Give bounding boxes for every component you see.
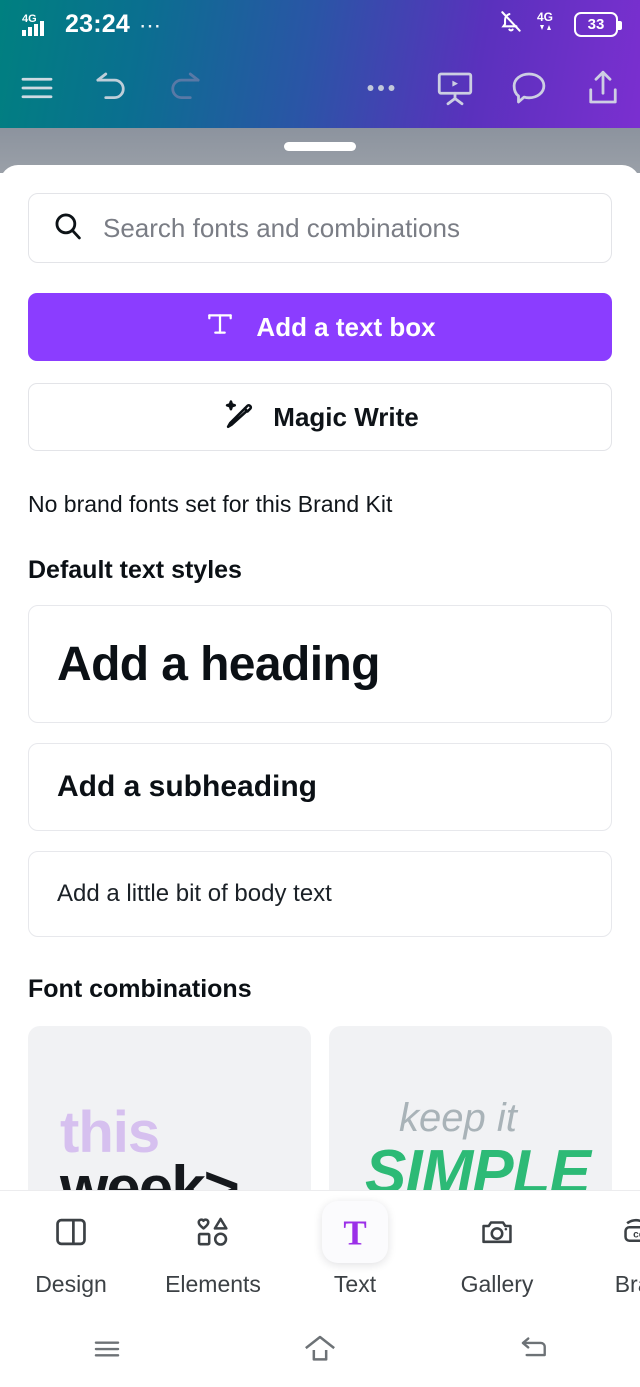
- battery-indicator: 33: [574, 11, 622, 37]
- back-icon[interactable]: [478, 1319, 588, 1379]
- style-option-subheading[interactable]: Add a subheading: [28, 743, 612, 831]
- tab-brand[interactable]: co Bran: [568, 1201, 640, 1298]
- recents-icon[interactable]: [52, 1319, 162, 1379]
- editor-toolbar: [0, 48, 640, 128]
- style-subheading-label: Add a subheading: [57, 770, 318, 803]
- tab-design-label: Design: [35, 1271, 107, 1297]
- status-bar-time: 23:24: [65, 10, 130, 38]
- app-screen: 4G 23:24 ⋯ 4G 33 Search fonts and combin…: [0, 0, 640, 1387]
- combo-line-2: week>: [60, 1154, 240, 1191]
- home-icon[interactable]: [265, 1319, 375, 1379]
- style-body-label: Add a little bit of body text: [57, 880, 332, 907]
- magic-pencil-icon: [221, 397, 255, 438]
- search-input[interactable]: Search fonts and combinations: [28, 193, 612, 263]
- text-panel: Search fonts and combinations Add a text…: [0, 165, 640, 1190]
- more-options-icon[interactable]: [344, 48, 418, 128]
- shapes-icon: [180, 1201, 246, 1263]
- svg-text:4G: 4G: [22, 13, 37, 25]
- present-icon[interactable]: [418, 48, 492, 128]
- system-navigation-bar: [0, 1310, 640, 1387]
- brand-kit-icon: co: [606, 1201, 640, 1263]
- font-combination-list: this week> keep it SIMPLE: [28, 1026, 612, 1190]
- design-layout-icon: [38, 1201, 104, 1263]
- svg-text:4G: 4G: [537, 10, 553, 24]
- text-icon: T: [322, 1201, 388, 1263]
- add-text-box-label: Add a text box: [256, 311, 436, 342]
- magic-write-label: Magic Write: [273, 401, 419, 432]
- combo-line-1: keep it: [399, 1096, 517, 1140]
- menu-icon[interactable]: [0, 48, 74, 128]
- font-combinations-title: Font combinations: [28, 975, 252, 1003]
- app-header: 4G 23:24 ⋯ 4G 33: [0, 0, 640, 128]
- default-text-styles-title: Default text styles: [28, 556, 242, 584]
- tab-design[interactable]: Design: [0, 1201, 142, 1298]
- tab-elements-label: Elements: [165, 1271, 261, 1297]
- style-option-body[interactable]: Add a little bit of body text: [28, 851, 612, 937]
- status-bar-right: 4G 33: [498, 9, 622, 40]
- tab-elements[interactable]: Elements: [142, 1201, 284, 1298]
- tab-text[interactable]: T Text: [284, 1201, 426, 1298]
- style-option-heading[interactable]: Add a heading: [28, 605, 612, 723]
- share-icon[interactable]: [566, 48, 640, 128]
- status-bar-overflow-icon: ⋯: [138, 13, 162, 38]
- search-icon: [51, 209, 85, 248]
- combo-line-2: SIMPLE: [365, 1138, 591, 1191]
- brand-kit-note: No brand fonts set for this Brand Kit: [28, 491, 393, 517]
- tab-brand-label: Bran: [614, 1271, 640, 1297]
- font-combination-card[interactable]: keep it SIMPLE: [329, 1026, 612, 1190]
- sheet-drag-handle[interactable]: [284, 142, 356, 151]
- bell-off-icon: [498, 9, 524, 40]
- redo-icon[interactable]: [148, 48, 222, 128]
- text-tool-icon: [204, 308, 236, 347]
- comment-icon[interactable]: [492, 48, 566, 128]
- svg-text:co: co: [633, 1230, 640, 1241]
- tab-gallery-label: Gallery: [460, 1271, 534, 1297]
- bottom-tab-bar: Design Elements T Text Gallery c Br: [0, 1190, 640, 1310]
- status-bar: 4G 23:24 ⋯ 4G 33: [0, 0, 640, 48]
- svg-text:T: T: [343, 1214, 366, 1253]
- font-combination-card[interactable]: this week>: [28, 1026, 311, 1190]
- signal-strength-icon: 4G: [22, 11, 56, 37]
- tab-gallery[interactable]: Gallery: [426, 1201, 568, 1298]
- magic-write-button[interactable]: Magic Write: [28, 383, 612, 451]
- battery-percent-label: 33: [587, 15, 605, 33]
- add-text-box-button[interactable]: Add a text box: [28, 293, 612, 361]
- status-bar-left: 4G 23:24 ⋯: [22, 11, 162, 37]
- search-placeholder: Search fonts and combinations: [103, 212, 460, 243]
- mobile-data-icon: 4G: [536, 9, 562, 40]
- style-heading-label: Add a heading: [57, 637, 380, 691]
- tab-text-label: Text: [333, 1271, 377, 1297]
- undo-icon[interactable]: [74, 48, 148, 128]
- camera-icon: [464, 1201, 530, 1263]
